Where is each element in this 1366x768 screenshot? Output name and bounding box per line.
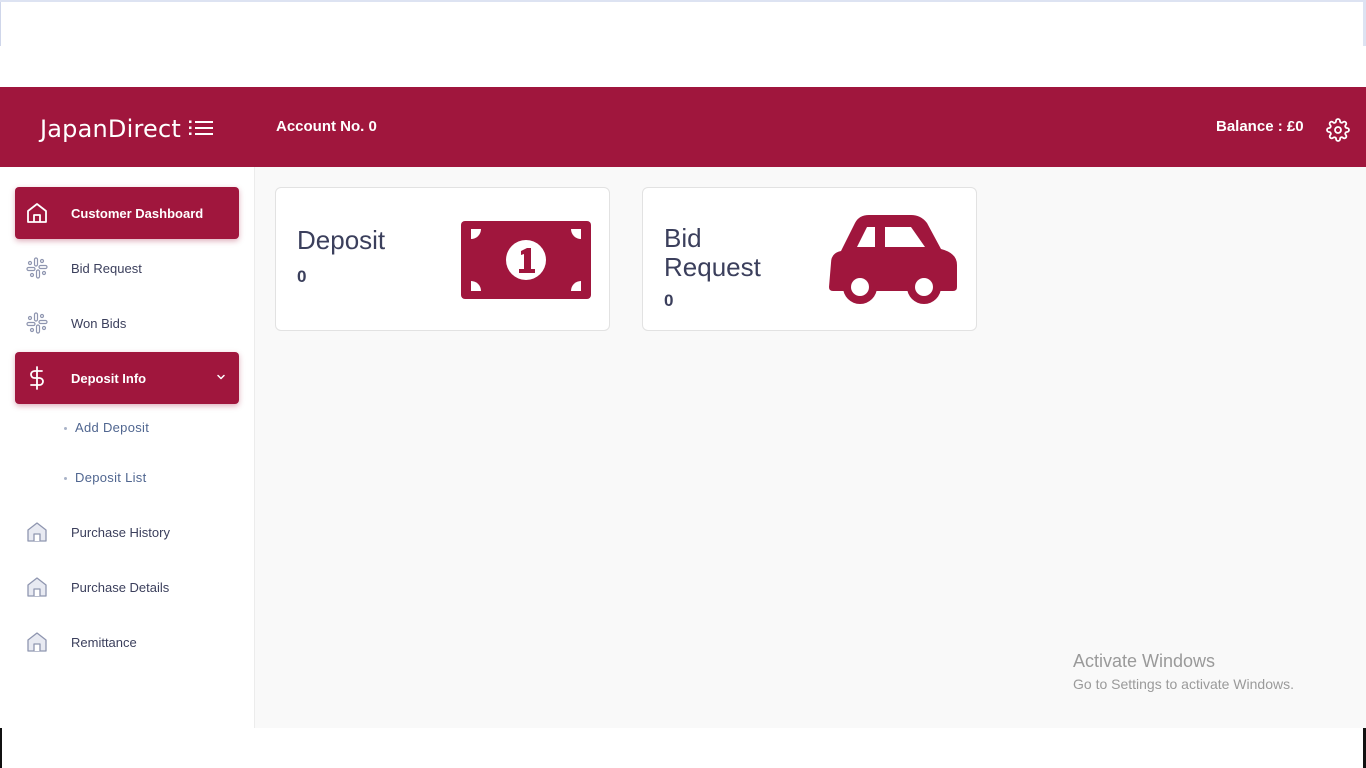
top-header: JapanDirect Account No. 0 Balance : £0 (0, 87, 1366, 167)
activate-windows-subtitle: Go to Settings to activate Windows. (1073, 676, 1294, 692)
balance-display: Balance : £0 (1216, 118, 1304, 135)
bid-request-card[interactable]: Bid Request 0 (642, 187, 977, 331)
sidebar-item-remittance[interactable]: Remittance (15, 616, 239, 668)
money-bill-icon (461, 221, 591, 299)
menu-toggle-icon[interactable] (189, 120, 213, 136)
bottom-strip (0, 728, 1366, 768)
sidebar-item-label: Bid Request (71, 260, 142, 276)
bullet-dot (64, 427, 67, 431)
sidebar-item-won-bids[interactable]: Won Bids (15, 297, 239, 349)
card-title-line1: Bid (664, 223, 702, 253)
sidebar-item-label: Won Bids (71, 315, 127, 331)
home-icon (27, 522, 47, 542)
top-border-left (0, 2, 1, 46)
sidebar-item-deposit-info[interactable]: Deposit Info (15, 352, 239, 404)
brand-logo[interactable]: JapanDirect (40, 115, 181, 143)
sidebar: Customer Dashboard Bid Request Won Bids (0, 167, 255, 728)
car-icon (829, 215, 957, 304)
account-number: Account No. 0 (276, 118, 377, 135)
card-title: Deposit (297, 225, 386, 255)
card-title-line2: Request (664, 252, 761, 282)
submenu-item-label: Deposit List (75, 470, 147, 485)
submenu-item-deposit-list[interactable]: Deposit List (64, 470, 147, 485)
home-icon (27, 632, 47, 652)
home-icon (27, 577, 47, 597)
sidebar-item-purchase-details[interactable]: Purchase Details (15, 561, 239, 613)
activate-windows-title: Activate Windows (1073, 651, 1216, 671)
bullet-dot (64, 477, 67, 481)
browser-top-area (0, 0, 1366, 87)
submenu-item-add-deposit[interactable]: Add Deposit (64, 420, 149, 435)
sidebar-item-customer-dashboard[interactable]: Customer Dashboard (15, 187, 239, 239)
slack-icon (26, 312, 48, 334)
deposit-card[interactable]: Deposit 0 (275, 187, 610, 331)
card-value: 0 (664, 291, 674, 310)
settings-gear-icon[interactable] (1326, 118, 1350, 142)
dollar-icon (30, 366, 44, 390)
main-content: Deposit 0 Bid Request 0 Activate Windows… (255, 167, 1366, 728)
card-value: 0 (297, 267, 307, 286)
sidebar-item-label: Purchase History (71, 524, 170, 540)
chevron-down-icon[interactable] (215, 371, 227, 383)
slack-icon (26, 257, 48, 279)
sidebar-item-label: Deposit Info (71, 370, 147, 386)
sidebar-item-purchase-history[interactable]: Purchase History (15, 506, 239, 558)
submenu-item-label: Add Deposit (75, 420, 150, 435)
sidebar-item-label: Purchase Details (71, 579, 170, 595)
bottom-border-left (0, 728, 2, 768)
sidebar-item-bid-request[interactable]: Bid Request (15, 242, 239, 294)
sidebar-item-label: Remittance (71, 634, 137, 650)
home-icon (27, 203, 47, 223)
sidebar-item-label: Customer Dashboard (71, 205, 204, 221)
